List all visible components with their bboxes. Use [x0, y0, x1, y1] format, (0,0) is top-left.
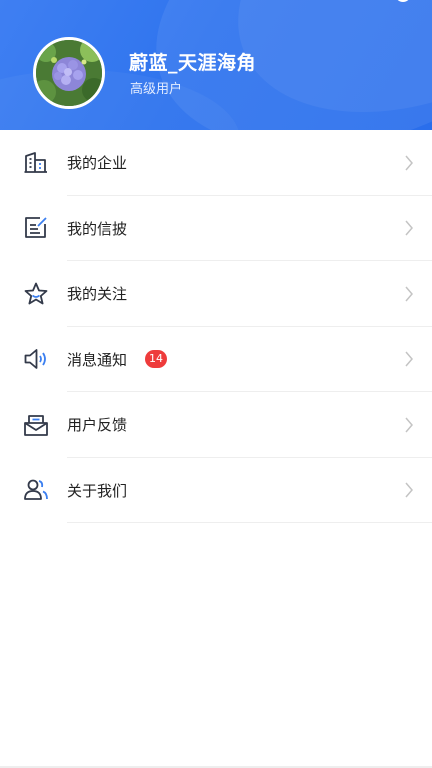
chevron-right-icon	[405, 417, 413, 433]
profile-header: 蔚蓝_天涯海角 高级用户	[0, 0, 432, 130]
star-icon	[23, 281, 49, 307]
unread-count-badge: 14	[145, 349, 167, 368]
users-icon	[23, 477, 49, 503]
chevron-right-icon	[405, 351, 413, 367]
menu-item-feedback[interactable]: 用户反馈	[0, 392, 432, 458]
document-edit-icon	[23, 215, 49, 241]
menu-item-disclosure[interactable]: 我的信披	[0, 196, 432, 261]
username: 蔚蓝_天涯海角	[129, 52, 257, 74]
menu-item-my-enterprise[interactable]: 我的企业	[0, 130, 432, 196]
mail-icon	[23, 412, 49, 438]
menu-item-about-us[interactable]: 关于我们	[0, 458, 432, 523]
menu-label: 用户反馈	[67, 416, 128, 435]
menu-item-notifications[interactable]: 消息通知 14	[0, 327, 432, 392]
user-level: 高级用户	[130, 82, 183, 97]
speaker-icon	[23, 346, 49, 372]
settings-icon[interactable]	[392, 0, 414, 8]
menu-label: 我的关注	[67, 285, 128, 304]
chevron-right-icon	[405, 482, 413, 498]
menu-label: 我的信披	[67, 219, 128, 238]
menu-label: 消息通知	[67, 350, 128, 369]
menu-label: 关于我们	[67, 481, 128, 500]
menu-label: 我的企业	[67, 154, 128, 173]
building-icon	[23, 150, 49, 176]
chevron-right-icon	[405, 286, 413, 302]
chevron-right-icon	[405, 220, 413, 236]
menu-item-following[interactable]: 我的关注	[0, 261, 432, 327]
chevron-right-icon	[405, 155, 413, 171]
avatar[interactable]	[33, 37, 105, 109]
menu-list: 我的企业 我的信披 我的关注 消息通知 14 用户反馈 关于我们	[0, 130, 432, 523]
